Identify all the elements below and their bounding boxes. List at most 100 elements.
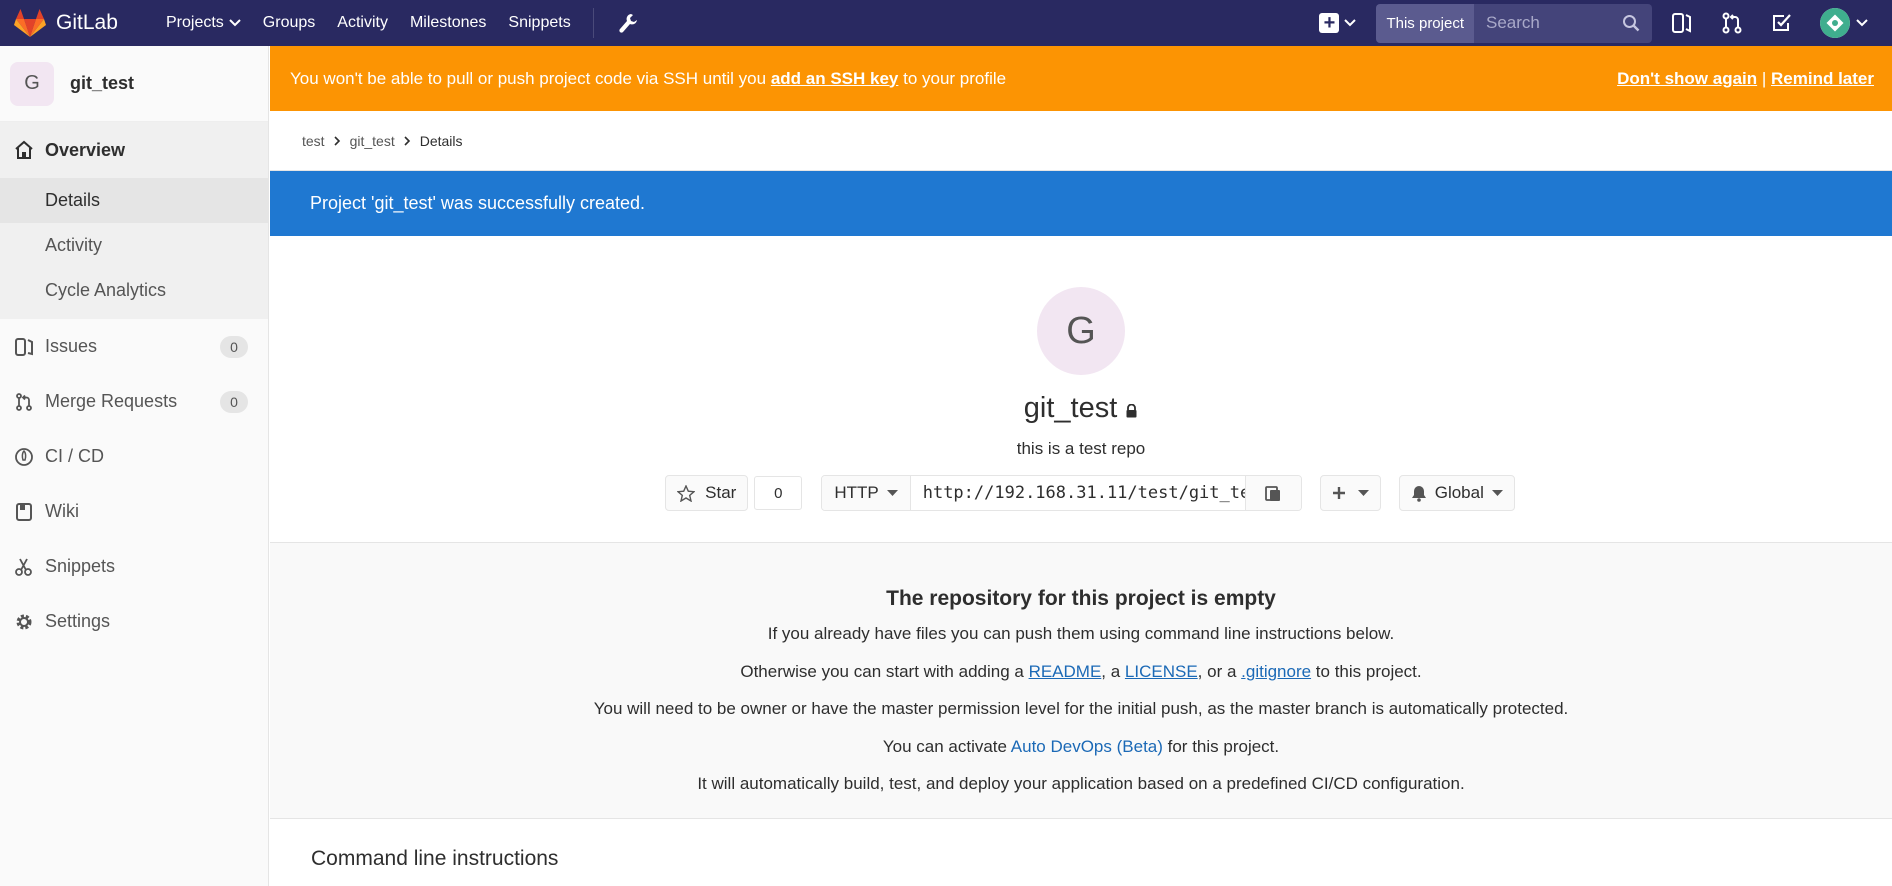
copy-url-button[interactable]	[1244, 476, 1301, 510]
main-content: You won't be able to pull or push projec…	[270, 46, 1892, 886]
overview-submenu: Details Activity Cycle Analytics	[0, 178, 268, 319]
sidebar-item-label: CI / CD	[45, 446, 105, 466]
new-item-dropdown[interactable]	[1319, 475, 1381, 511]
plus-square-icon: +	[1319, 13, 1340, 33]
star-count[interactable]: 0	[754, 476, 803, 510]
empty-repo-line-1: If you already have files you can push t…	[767, 624, 1395, 643]
nav-snippets[interactable]: Snippets	[508, 14, 570, 32]
sidebar-subitem-cycle-analytics[interactable]: Cycle Analytics	[0, 268, 268, 313]
project-home-panel: G git_test this is a test repo Star 0 HT…	[270, 236, 1892, 543]
add-ssh-key-link[interactable]: add an SSH key	[771, 69, 899, 88]
clone-url-group: HTTP	[821, 475, 1302, 511]
issues-icon[interactable]	[1670, 11, 1694, 35]
remind-later-link[interactable]: Remind later	[1771, 69, 1874, 89]
merge-requests-count-badge: 0	[220, 390, 248, 413]
gear-icon	[16, 614, 32, 629]
project-title: git_test	[1023, 392, 1118, 424]
todos-icon[interactable]	[1770, 11, 1794, 35]
dont-show-again-link[interactable]: Don't show again	[1617, 69, 1757, 89]
text: Otherwise you can start with adding a	[740, 661, 1029, 681]
issues-icon	[15, 337, 33, 356]
text: , or a	[1197, 661, 1242, 681]
breadcrumb-group[interactable]: test	[302, 133, 325, 149]
text: to this project.	[1311, 661, 1422, 681]
star-button[interactable]: Star	[665, 475, 749, 511]
breadcrumb: test git_test Details	[270, 111, 1892, 171]
command-line-instructions-title: Command line instructions	[311, 847, 559, 870]
chevron-down-icon	[1344, 19, 1357, 27]
ssh-banner-message: You won't be able to pull or push projec…	[290, 69, 1006, 89]
chevron-right-icon	[404, 135, 410, 146]
star-button-label: Star	[705, 483, 737, 502]
clipboard-icon	[1265, 486, 1281, 501]
sidebar-item-issues[interactable]: Issues 0	[0, 319, 268, 374]
nav-divider	[592, 8, 594, 38]
chevron-down-icon	[229, 19, 241, 27]
new-dropdown[interactable]: +	[1319, 13, 1357, 33]
sidebar-item-merge-requests[interactable]: Merge Requests 0	[0, 374, 268, 429]
sidebar-subitem-activity[interactable]: Activity	[0, 223, 268, 268]
plus-icon	[1332, 487, 1345, 499]
chevron-down-icon	[1856, 19, 1868, 27]
search-icon	[1623, 15, 1640, 32]
project-controls: Star 0 HTTP Global	[665, 475, 1515, 511]
clone-url-field[interactable]	[910, 476, 1245, 510]
text: , a	[1101, 661, 1125, 681]
gitlab-home-link[interactable]: GitLab	[14, 8, 144, 38]
sidebar-item-settings[interactable]: Settings	[0, 594, 268, 649]
nav-activity[interactable]: Activity	[337, 14, 388, 32]
gitlab-logo-icon	[14, 9, 46, 37]
auto-devops-link[interactable]: Auto DevOps (Beta)	[1011, 737, 1163, 756]
project-description: this is a test repo	[1016, 439, 1146, 458]
license-link[interactable]: LICENSE	[1125, 662, 1198, 681]
sidebar-subitem-details[interactable]: Details	[0, 178, 268, 223]
sidebar-item-wiki[interactable]: Wiki	[0, 484, 268, 539]
bell-icon	[1411, 485, 1426, 502]
empty-repo-line-2: Otherwise you can start with adding a RE…	[740, 653, 1421, 691]
merge-requests-icon[interactable]	[1720, 11, 1744, 35]
book-icon	[16, 502, 32, 521]
empty-repo-line-4: You can activate Auto DevOps (Beta) for …	[883, 728, 1279, 766]
caret-down-icon	[886, 489, 898, 496]
rocket-icon	[15, 447, 33, 466]
sidebar-item-ci-cd[interactable]: CI / CD	[0, 429, 268, 484]
breadcrumb-current[interactable]: Details	[420, 133, 463, 149]
project-avatar-large: G	[1037, 287, 1125, 375]
search-box: This project	[1376, 3, 1652, 43]
search-input[interactable]	[1486, 13, 1616, 33]
sidebar-project-header[interactable]: G git_test	[0, 46, 268, 122]
notification-dropdown[interactable]: Global	[1398, 475, 1515, 511]
scissors-icon	[15, 558, 32, 576]
top-navbar: GitLab Projects Groups Activity Mileston…	[0, 0, 1892, 46]
sidebar-item-label: Merge Requests	[45, 391, 178, 411]
lock-icon	[1126, 403, 1137, 417]
sidebar-project-name: git_test	[70, 73, 135, 93]
breadcrumb-project[interactable]: git_test	[350, 133, 395, 149]
search-scope-badge[interactable]: This project	[1376, 3, 1474, 43]
sidebar-item-label: Wiki	[45, 501, 79, 521]
gitignore-link[interactable]: .gitignore	[1241, 662, 1311, 681]
clone-protocol-dropdown[interactable]: HTTP	[822, 476, 911, 510]
nav-milestones[interactable]: Milestones	[410, 14, 486, 32]
user-menu[interactable]	[1820, 8, 1868, 38]
notification-level: Global	[1434, 483, 1484, 502]
nav-groups[interactable]: Groups	[263, 14, 315, 32]
nav-projects-label: Projects	[166, 14, 224, 31]
sidebar-item-snippets[interactable]: Snippets	[0, 539, 268, 594]
banner-separator: |	[1757, 68, 1772, 88]
caret-down-icon	[1491, 489, 1503, 496]
readme-link[interactable]: README	[1029, 662, 1102, 681]
flash-notice: Project 'git_test' was successfully crea…	[270, 171, 1892, 236]
issues-count-badge: 0	[220, 335, 248, 358]
nav-projects[interactable]: Projects	[166, 14, 241, 32]
avatar	[1820, 8, 1850, 38]
admin-wrench-icon[interactable]	[616, 12, 638, 34]
caret-down-icon	[1357, 489, 1369, 496]
ssh-banner-text: You won't be able to pull or push projec…	[290, 68, 771, 88]
sidebar-item-overview[interactable]: Overview	[0, 122, 268, 178]
project-sidebar: G git_test Overview Details Activity Cyc…	[0, 46, 269, 886]
empty-repo-line-3: You will need to be owner or have the ma…	[593, 699, 1569, 718]
project-avatar: G	[10, 61, 54, 106]
empty-repo-line-5: It will automatically build, test, and d…	[697, 774, 1465, 793]
merge-requests-icon	[16, 392, 32, 411]
